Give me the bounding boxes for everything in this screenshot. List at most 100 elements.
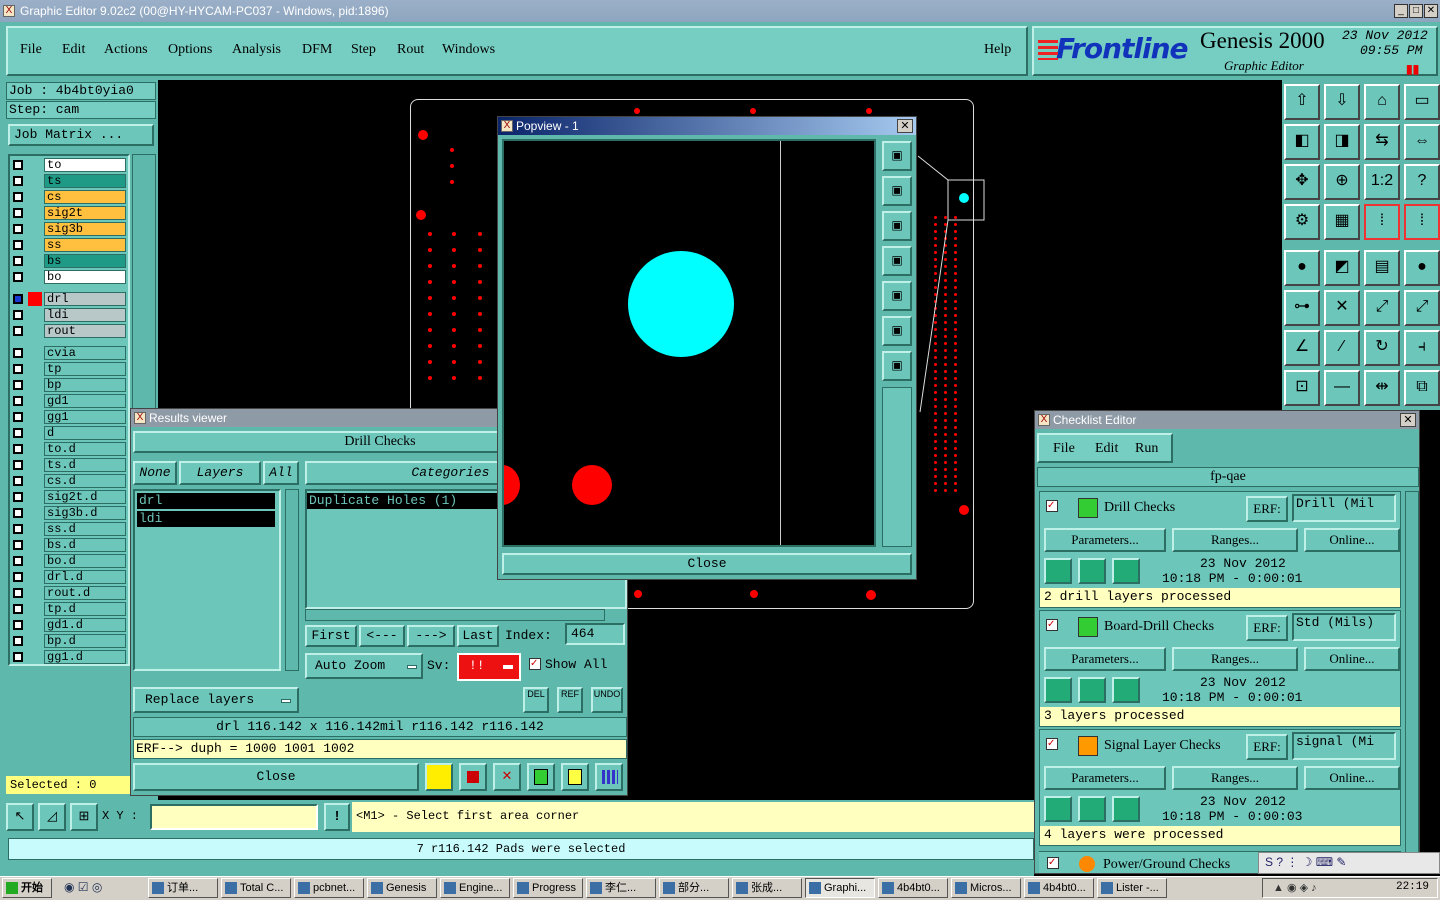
report-icon[interactable]	[1112, 677, 1140, 703]
taskbar-item[interactable]: Genesis	[367, 878, 437, 898]
check-enabled-checkbox[interactable]: ✓	[1046, 500, 1058, 512]
left-tool-icon[interactable]: ◧	[1284, 124, 1320, 160]
taskbar-item[interactable]: Engine...	[440, 878, 510, 898]
popview-zoom-in-icon[interactable]: ▣	[882, 176, 912, 206]
layer-row-drl[interactable]: drl	[10, 292, 128, 306]
layer-name[interactable]: ldi	[44, 308, 126, 322]
layer-name[interactable]: bp	[44, 378, 126, 392]
layer-result-drl[interactable]: drl	[137, 493, 275, 509]
layer-checkbox[interactable]	[13, 176, 23, 186]
menu-help[interactable]: Help	[984, 42, 1011, 58]
layer-checkbox[interactable]	[13, 444, 23, 454]
layer-row-sig2t.d[interactable]: sig2t.d	[10, 490, 128, 504]
popview-close-icon[interactable]: ✕	[897, 119, 913, 133]
layer-checkbox[interactable]	[13, 294, 23, 304]
hline-tool-icon[interactable]: —	[1324, 370, 1360, 406]
layer-checkbox[interactable]	[13, 208, 23, 218]
menu-file[interactable]: File	[20, 42, 42, 58]
results-close-button[interactable]: Close	[133, 763, 419, 791]
layer-name[interactable]: ts.d	[44, 458, 126, 472]
menu-windows[interactable]: Windows	[442, 42, 495, 58]
scale-tool-icon[interactable]: 1:2	[1364, 164, 1400, 200]
parameters-button[interactable]: Parameters...	[1044, 766, 1166, 790]
layer-checkbox[interactable]	[13, 476, 23, 486]
connect-tool-icon[interactable]: ⊶	[1284, 290, 1320, 326]
prev-button[interactable]: <---	[359, 625, 405, 647]
layer-checkbox[interactable]	[13, 348, 23, 358]
highlight-result-icon[interactable]	[459, 763, 487, 791]
layer-name[interactable]: rout.d	[44, 586, 126, 600]
layer-name[interactable]: gd1	[44, 394, 126, 408]
layer-row-ts.d[interactable]: ts.d	[10, 458, 128, 472]
grid-tool-icon[interactable]: ⊞	[70, 803, 98, 831]
taskbar-item[interactable]: 4b4bt0...	[878, 878, 948, 898]
ime-icons[interactable]: S ? ⋮ ☽ ⌨ ✎	[1265, 855, 1346, 869]
severity-select[interactable]: !!	[457, 653, 521, 681]
del-button[interactable]: DEL	[523, 687, 549, 713]
popview-canvas[interactable]	[502, 139, 876, 547]
layer-checkbox[interactable]	[13, 492, 23, 502]
select-tool-icon[interactable]: ⊡	[1284, 370, 1320, 406]
layer-checkbox[interactable]	[13, 572, 23, 582]
layer-row-bo.d[interactable]: bo.d	[10, 554, 128, 568]
layer-name[interactable]: bp.d	[44, 634, 126, 648]
popview-pan-left-icon[interactable]: ▣	[882, 246, 912, 276]
checklist-menu-file[interactable]: File	[1053, 441, 1075, 457]
checklist-menu-run[interactable]: Run	[1135, 441, 1158, 457]
xy-input[interactable]	[150, 804, 318, 830]
flip-tool-icon[interactable]: ⇔	[1404, 124, 1440, 160]
taskbar-item[interactable]: Total C...	[221, 878, 291, 898]
parameters-button[interactable]: Parameters...	[1044, 647, 1166, 671]
layer-name[interactable]: sig2t	[44, 206, 126, 220]
erf-button[interactable]: ERF:	[1246, 615, 1288, 641]
maximize-button[interactable]: □	[1409, 4, 1423, 18]
taskbar-item[interactable]: Progress	[513, 878, 583, 898]
layer-row-gd1[interactable]: gd1	[10, 394, 128, 408]
layer-name[interactable]: drl.d	[44, 570, 126, 584]
layer-checkbox[interactable]	[13, 364, 23, 374]
layer-row-cvia[interactable]: cvia	[10, 346, 128, 360]
layer-name[interactable]: sig3b.d	[44, 506, 126, 520]
layer-row-gd1.d[interactable]: gd1.d	[10, 618, 128, 632]
erf-value[interactable]: Std (Mils)	[1292, 613, 1396, 641]
menu-dfm[interactable]: DFM	[302, 42, 332, 58]
ref-button[interactable]: REF	[557, 687, 583, 713]
menu-step[interactable]: Step	[351, 42, 376, 58]
menu-actions[interactable]: Actions	[104, 42, 148, 58]
layer-name[interactable]: d	[44, 426, 126, 440]
snap2-tool-icon[interactable]: ⁞	[1404, 204, 1440, 240]
dot-tool-icon[interactable]: ●	[1404, 250, 1440, 286]
all-button[interactable]: All	[263, 461, 299, 485]
popview-zoom-out-icon[interactable]: ▣	[882, 211, 912, 241]
copy-tool-icon[interactable]: ⧉	[1404, 370, 1440, 406]
layer-name[interactable]: tp.d	[44, 602, 126, 616]
grid-tool-icon[interactable]: ▦	[1324, 204, 1360, 240]
popview-expand-icon[interactable]: ▣	[882, 316, 912, 346]
last-button[interactable]: Last	[457, 625, 499, 647]
layer-row-bs.d[interactable]: bs.d	[10, 538, 128, 552]
clear-result-icon[interactable]: ✕	[493, 763, 521, 791]
layer-row-gg1.d[interactable]: gg1.d	[10, 650, 128, 664]
layer-name[interactable]: tp	[44, 362, 126, 376]
settings-tool-icon[interactable]: ⚙	[1284, 204, 1320, 240]
command-info-icon[interactable]: !	[324, 803, 350, 831]
layer-row-sig3b[interactable]: sig3b	[10, 222, 128, 236]
layer-checkbox[interactable]	[13, 326, 23, 336]
layer-checkbox[interactable]	[13, 160, 23, 170]
job-matrix-button[interactable]: Job Matrix ...	[8, 124, 154, 146]
layer-checkbox[interactable]	[13, 588, 23, 598]
layer-checkbox[interactable]	[13, 412, 23, 422]
undo-button[interactable]: UNDO	[591, 687, 623, 713]
up-tool-icon[interactable]: ⇧	[1284, 84, 1320, 120]
ranges-button[interactable]: Ranges...	[1172, 766, 1298, 790]
ranges-button[interactable]: Ranges...	[1172, 647, 1298, 671]
align-tool-icon[interactable]: ⫞	[1404, 330, 1440, 366]
run-check-icon[interactable]	[1044, 558, 1072, 584]
layer-checkbox[interactable]	[13, 192, 23, 202]
layer-checkbox[interactable]	[13, 380, 23, 390]
layer-row-ldi[interactable]: ldi	[10, 308, 128, 322]
show-results-icon[interactable]	[1078, 677, 1106, 703]
rotate-tool-icon[interactable]: ↻	[1364, 330, 1400, 366]
taskbar-item[interactable]: Micros...	[951, 878, 1021, 898]
taskbar-item[interactable]: pcbnet...	[294, 878, 364, 898]
